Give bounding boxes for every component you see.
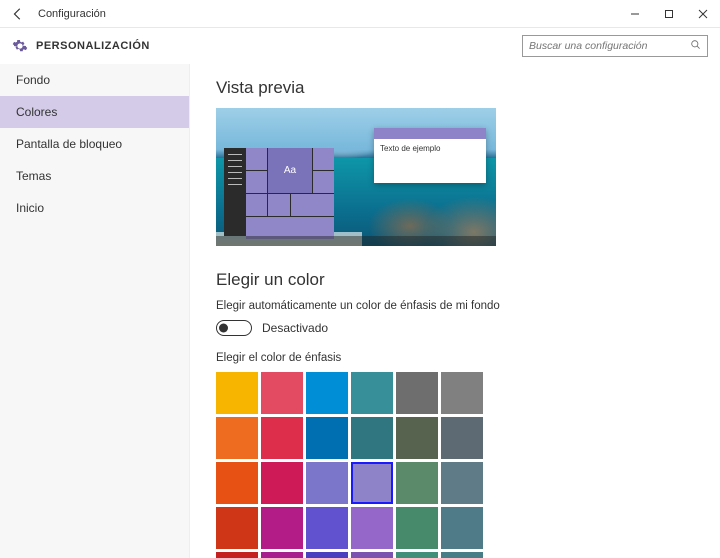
start-menu-preview: Aa — [224, 148, 334, 236]
color-swatch[interactable] — [261, 552, 303, 558]
sidebar-item-label: Colores — [16, 105, 57, 119]
color-swatch[interactable] — [441, 462, 483, 504]
color-swatch[interactable] — [216, 507, 258, 549]
sidebar-item-label: Fondo — [16, 73, 50, 87]
auto-color-label: Elegir automáticamente un color de énfas… — [216, 300, 694, 312]
color-swatch[interactable] — [351, 507, 393, 549]
color-swatch[interactable] — [441, 417, 483, 459]
color-swatch[interactable] — [261, 507, 303, 549]
taskbar-preview — [216, 236, 496, 246]
color-swatch[interactable] — [261, 417, 303, 459]
close-button[interactable] — [686, 0, 720, 28]
maximize-button[interactable] — [652, 0, 686, 28]
color-swatch[interactable] — [351, 417, 393, 459]
color-swatch[interactable] — [396, 507, 438, 549]
color-swatch[interactable] — [396, 417, 438, 459]
color-swatch[interactable] — [306, 507, 348, 549]
titlebar: Configuración — [0, 0, 720, 28]
color-heading: Elegir un color — [216, 270, 694, 290]
sidebar-item-label: Temas — [16, 169, 51, 183]
color-swatch[interactable] — [351, 372, 393, 414]
search-input[interactable] — [529, 40, 690, 52]
color-swatch[interactable] — [216, 372, 258, 414]
window-controls — [618, 0, 720, 28]
color-swatch[interactable] — [216, 462, 258, 504]
preview-heading: Vista previa — [216, 78, 694, 98]
sidebar-item-colores[interactable]: Colores — [0, 96, 189, 128]
color-swatch[interactable] — [441, 507, 483, 549]
color-swatch[interactable] — [396, 552, 438, 558]
toggle-state-label: Desactivado — [262, 321, 328, 335]
minimize-button[interactable] — [618, 0, 652, 28]
color-swatch[interactable] — [396, 462, 438, 504]
tile-aa: Aa — [268, 148, 312, 193]
sample-window: Texto de ejemplo — [374, 128, 486, 183]
auto-color-toggle[interactable] — [216, 320, 252, 336]
sidebar-item-pantalla-bloqueo[interactable]: Pantalla de bloqueo — [0, 128, 189, 160]
color-swatch[interactable] — [306, 552, 348, 558]
sidebar: Fondo Colores Pantalla de bloqueo Temas … — [0, 64, 190, 558]
color-swatch[interactable] — [306, 372, 348, 414]
content-area[interactable]: Vista previa Aa Texto de ejemplo — [190, 64, 720, 558]
page-title: PERSONALIZACIÓN — [36, 40, 522, 52]
back-button[interactable] — [0, 0, 36, 28]
gear-icon — [12, 38, 28, 54]
color-swatch[interactable] — [441, 552, 483, 558]
color-swatch[interactable] — [441, 372, 483, 414]
search-box[interactable] — [522, 35, 708, 57]
sidebar-item-label: Pantalla de bloqueo — [16, 137, 122, 151]
color-swatch[interactable] — [351, 552, 393, 558]
color-swatch[interactable] — [216, 552, 258, 558]
color-swatch[interactable] — [351, 462, 393, 504]
color-swatches — [216, 372, 694, 558]
color-swatch[interactable] — [261, 462, 303, 504]
window-title: Configuración — [36, 8, 618, 20]
sidebar-item-temas[interactable]: Temas — [0, 160, 189, 192]
color-swatch[interactable] — [306, 462, 348, 504]
color-swatch[interactable] — [261, 372, 303, 414]
color-swatch[interactable] — [396, 372, 438, 414]
search-icon — [690, 39, 701, 53]
sidebar-item-label: Inicio — [16, 201, 44, 215]
header: PERSONALIZACIÓN — [0, 28, 720, 64]
accent-color-label: Elegir el color de énfasis — [216, 352, 694, 364]
sidebar-item-fondo[interactable]: Fondo — [0, 64, 189, 96]
sidebar-item-inicio[interactable]: Inicio — [0, 192, 189, 224]
color-swatch[interactable] — [306, 417, 348, 459]
color-swatch[interactable] — [216, 417, 258, 459]
sample-window-text: Texto de ejemplo — [374, 139, 486, 158]
desktop-preview: Aa Texto de ejemplo — [216, 108, 496, 246]
